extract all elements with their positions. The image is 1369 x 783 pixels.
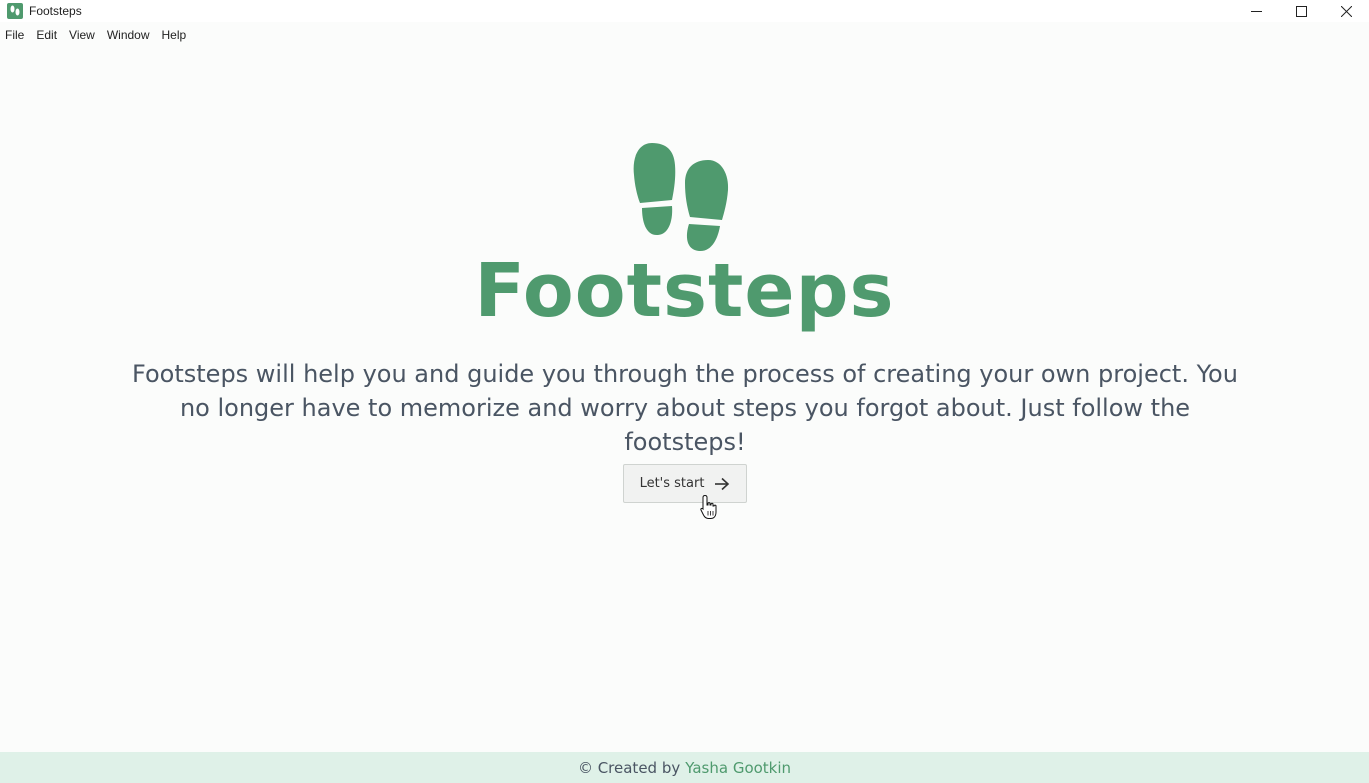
hand-cursor-icon [700, 494, 717, 519]
minimize-icon [1251, 10, 1262, 12]
footer: © Created by Yasha Gootkin [0, 752, 1369, 783]
start-button-label: Let's start [639, 476, 705, 491]
maximize-icon [1296, 5, 1307, 17]
app-title: Footsteps [474, 248, 895, 334]
app-icon [7, 3, 23, 19]
menu-view[interactable]: View [63, 26, 101, 46]
menu-window[interactable]: Window [101, 26, 156, 46]
close-icon [1341, 5, 1352, 17]
title-bar: Footsteps [0, 0, 1369, 22]
footsteps-icon [633, 143, 729, 252]
menu-help[interactable]: Help [156, 26, 193, 46]
minimize-button[interactable] [1234, 0, 1279, 22]
arrow-right-icon [715, 477, 730, 490]
window-title: Footsteps [29, 4, 82, 18]
close-button[interactable] [1324, 0, 1369, 22]
app-description: Footsteps will help you and guide you th… [132, 360, 1238, 456]
maximize-button[interactable] [1279, 0, 1324, 22]
author-link[interactable]: Yasha Gootkin [685, 759, 791, 777]
menu-file[interactable]: File [0, 26, 30, 46]
start-button[interactable]: Let's start [623, 464, 747, 503]
menu-edit[interactable]: Edit [30, 26, 63, 46]
menu-bar: File Edit View Window Help [0, 26, 192, 46]
footer-credit: © Created by [577, 758, 681, 777]
